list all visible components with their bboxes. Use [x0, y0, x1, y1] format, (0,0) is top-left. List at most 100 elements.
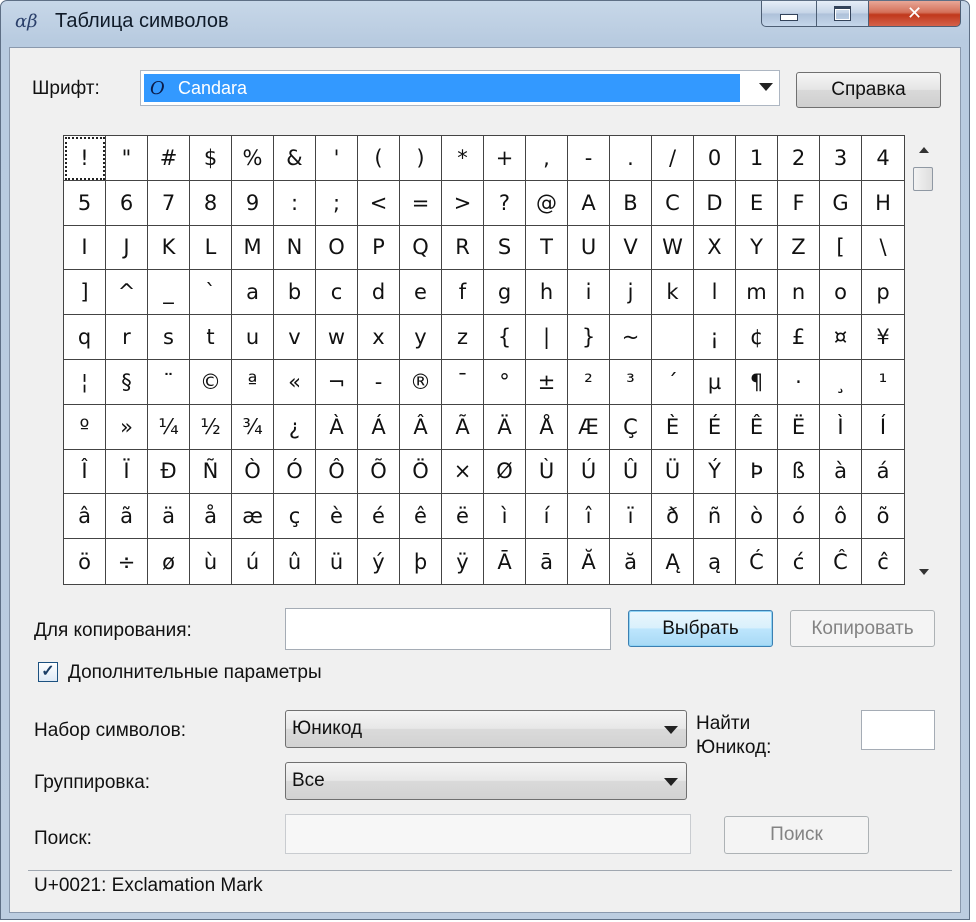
char-cell[interactable]: R	[442, 225, 484, 271]
char-cell[interactable]: Ă	[568, 539, 610, 584]
char-cell[interactable]: ì	[484, 494, 526, 540]
char-cell[interactable]: ñ	[694, 494, 736, 540]
char-cell[interactable]: ;	[316, 180, 358, 226]
char-cell[interactable]: z	[442, 315, 484, 360]
character-grid[interactable]: ! " # $% & '() * +, -./0 1 2 3 4 5 6 7 8 9:; < = >? @ A B C D E F G H…	[63, 135, 905, 585]
char-cell[interactable]: Þ	[736, 449, 778, 495]
char-cell[interactable]: }	[568, 315, 610, 360]
char-cell[interactable]: ü	[316, 539, 358, 584]
char-cell[interactable]: æ	[232, 494, 274, 540]
char-cell[interactable]: ¯	[442, 359, 484, 405]
char-cell[interactable]: ³	[610, 359, 652, 405]
char-cell[interactable]: 7	[148, 180, 190, 226]
char-cell[interactable]: @	[526, 180, 568, 226]
char-cell[interactable]: f	[442, 270, 484, 316]
char-cell[interactable]: á	[862, 450, 904, 495]
char-cell[interactable]: î	[568, 494, 610, 540]
char-cell[interactable]: U	[568, 225, 610, 271]
char-cell[interactable]: q	[64, 315, 106, 360]
char-cell[interactable]: Q	[400, 225, 442, 271]
char-cell[interactable]: b	[274, 270, 316, 316]
char-cell[interactable]: M	[232, 225, 274, 271]
char-cell[interactable]: 3	[820, 136, 862, 181]
char-cell[interactable]: Õ	[358, 449, 400, 495]
char-cell[interactable]: ®	[400, 359, 442, 405]
char-cell[interactable]: ý	[358, 539, 400, 584]
char-cell[interactable]: Ü	[652, 449, 694, 495]
char-cell[interactable]: I	[64, 225, 106, 271]
char-cell[interactable]: «	[274, 359, 316, 405]
char-cell[interactable]: Ć	[736, 539, 778, 584]
char-cell[interactable]: Ç	[610, 404, 652, 450]
char-cell[interactable]: ´	[652, 359, 694, 405]
char-cell[interactable]: ĉ	[862, 539, 904, 584]
char-cell[interactable]: Í	[862, 405, 904, 450]
char-cell[interactable]: )	[400, 136, 442, 181]
char-cell[interactable]: ¹	[862, 360, 904, 405]
char-cell[interactable]: F	[778, 180, 820, 226]
char-cell[interactable]: ć	[778, 539, 820, 584]
char-cell[interactable]: -	[358, 359, 400, 405]
char-cell[interactable]: Z	[778, 225, 820, 271]
char-cell[interactable]: Ó	[274, 449, 316, 495]
find-unicode-field[interactable]	[861, 710, 935, 750]
char-cell[interactable]: Ĉ	[820, 539, 862, 584]
char-cell[interactable]: j	[610, 270, 652, 316]
char-cell[interactable]: +	[484, 136, 526, 181]
char-cell[interactable]: y	[400, 315, 442, 360]
char-cell[interactable]: A	[568, 180, 610, 226]
char-cell[interactable]: °	[484, 359, 526, 405]
char-cell[interactable]: ½	[190, 404, 232, 450]
char-cell[interactable]: ·	[778, 359, 820, 405]
char-cell[interactable]: ,	[526, 136, 568, 181]
char-cell[interactable]: À	[316, 404, 358, 450]
char-cell[interactable]: W	[652, 225, 694, 271]
char-cell[interactable]: H	[862, 181, 904, 226]
char-cell[interactable]: È	[652, 404, 694, 450]
char-cell[interactable]: :	[274, 180, 316, 226]
char-cell[interactable]: t	[190, 315, 232, 360]
char-cell[interactable]: 9	[232, 180, 274, 226]
char-cell[interactable]: ¤	[820, 315, 862, 360]
char-cell[interactable]: å	[190, 494, 232, 540]
char-cell[interactable]: ë	[442, 494, 484, 540]
char-cell[interactable]: k	[652, 270, 694, 316]
char-cell[interactable]: ×	[442, 449, 484, 495]
char-cell[interactable]: ¨	[148, 359, 190, 405]
char-cell[interactable]: '	[316, 136, 358, 181]
char-cell[interactable]: J	[106, 225, 148, 271]
char-cell[interactable]: ù	[190, 539, 232, 584]
char-cell[interactable]: ^	[106, 270, 148, 316]
char-cell[interactable]: ¾	[232, 404, 274, 450]
char-cell[interactable]: â	[64, 494, 106, 540]
char-cell[interactable]: ä	[148, 494, 190, 540]
char-cell[interactable]: Ô	[316, 449, 358, 495]
char-cell[interactable]: Û	[610, 449, 652, 495]
char-cell[interactable]: ï	[610, 494, 652, 540]
char-cell[interactable]: T	[526, 225, 568, 271]
char-cell[interactable]: Ú	[568, 449, 610, 495]
char-cell[interactable]: ©	[190, 359, 232, 405]
char-cell[interactable]: í	[526, 494, 568, 540]
char-cell[interactable]: Ý	[694, 449, 736, 495]
grid-scrollbar[interactable]	[911, 135, 937, 585]
char-cell[interactable]: þ	[400, 539, 442, 584]
char-cell[interactable]: u	[232, 315, 274, 360]
char-cell[interactable]: g	[484, 270, 526, 316]
char-cell[interactable]: ā	[526, 539, 568, 584]
search-button[interactable]: Поиск	[724, 816, 869, 854]
char-cell[interactable]: $	[190, 136, 232, 181]
charset-select[interactable]: Юникод	[285, 710, 687, 748]
char-cell[interactable]: ¡	[694, 315, 736, 360]
char-cell[interactable]: Ñ	[190, 449, 232, 495]
char-cell[interactable]: a	[232, 270, 274, 316]
char-cell[interactable]: L	[190, 225, 232, 271]
char-cell[interactable]: B	[610, 180, 652, 226]
char-cell[interactable]: v	[274, 315, 316, 360]
minimize-button[interactable]	[761, 1, 817, 27]
char-cell[interactable]: 0	[694, 136, 736, 181]
char-cell[interactable]: s	[148, 315, 190, 360]
char-cell[interactable]: ą	[694, 539, 736, 584]
char-cell[interactable]: õ	[862, 494, 904, 540]
search-input[interactable]	[285, 814, 691, 854]
